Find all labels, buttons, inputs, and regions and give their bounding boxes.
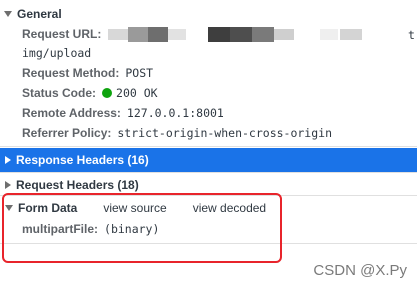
watermark: CSDN @X.Py bbox=[313, 262, 407, 279]
redacted-block bbox=[128, 27, 148, 42]
request-method-label: Request Method: bbox=[22, 66, 120, 80]
remote-address-value: 127.0.0.1:8001 bbox=[126, 106, 224, 120]
highlight-annotation-box bbox=[2, 193, 282, 263]
remote-address-label: Remote Address: bbox=[22, 106, 121, 120]
divider bbox=[0, 146, 417, 147]
status-code-label: Status Code: bbox=[22, 86, 97, 100]
status-code-row: Status Code: 200 OK bbox=[22, 83, 158, 103]
response-headers-title: Response Headers (16) bbox=[16, 153, 149, 167]
request-method-row: Request Method: POST bbox=[22, 63, 153, 83]
request-url-tail: img/upload bbox=[22, 46, 92, 60]
collapsed-triangle-icon bbox=[5, 181, 11, 189]
request-url-end: t bbox=[408, 28, 415, 42]
redacted-block bbox=[230, 27, 252, 42]
redacted-block bbox=[252, 27, 274, 42]
status-code-value: 200 OK bbox=[116, 86, 158, 100]
response-headers-section-header[interactable]: Response Headers (16) bbox=[0, 148, 417, 172]
referrer-policy-label: Referrer Policy: bbox=[22, 126, 112, 140]
redacted-block bbox=[340, 29, 362, 40]
request-url-row: Request URL: bbox=[22, 24, 107, 44]
redacted-block bbox=[148, 27, 168, 42]
redacted-block bbox=[168, 29, 186, 40]
status-ok-icon bbox=[102, 88, 113, 98]
redacted-block bbox=[208, 27, 230, 42]
collapsed-triangle-icon bbox=[5, 156, 11, 164]
general-section-header[interactable]: General bbox=[0, 3, 62, 25]
request-headers-title: Request Headers (18) bbox=[16, 178, 139, 192]
general-title: General bbox=[17, 7, 62, 21]
request-url-label: Request URL: bbox=[22, 27, 102, 41]
request-method-value: POST bbox=[125, 66, 154, 80]
referrer-policy-value: strict-origin-when-cross-origin bbox=[117, 126, 333, 140]
referrer-policy-row: Referrer Policy: strict-origin-when-cros… bbox=[22, 123, 332, 143]
redacted-block bbox=[320, 29, 338, 40]
request-url-continued: img/upload bbox=[22, 43, 91, 63]
redacted-block bbox=[274, 29, 294, 40]
divider bbox=[0, 172, 417, 173]
redacted-block bbox=[108, 29, 128, 40]
remote-address-row: Remote Address: 127.0.0.1:8001 bbox=[22, 103, 224, 123]
expand-triangle-icon bbox=[4, 11, 12, 17]
